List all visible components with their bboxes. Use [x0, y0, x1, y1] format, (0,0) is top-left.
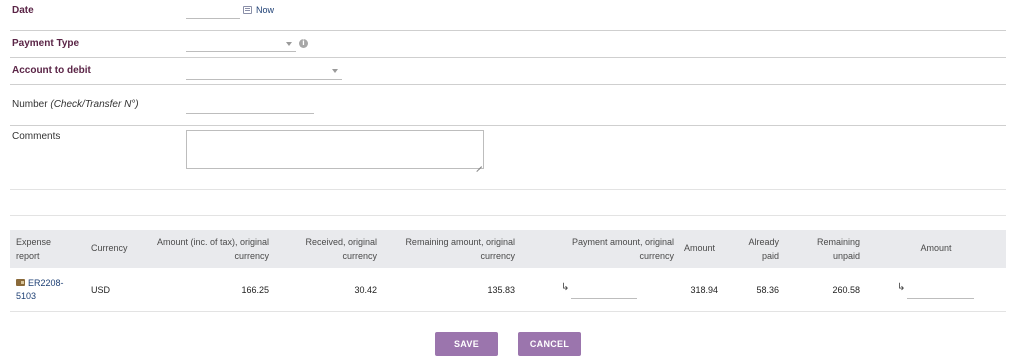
col-amount: Amount [684, 243, 716, 253]
wallet-icon [16, 279, 25, 286]
col-payment-original: Payment amount, original currency [571, 237, 674, 261]
info-icon: i [299, 39, 308, 48]
divider [10, 189, 1006, 190]
col-remaining-unpaid: Remaining unpaid [816, 237, 860, 261]
number-hint: (Check/Transfer N°) [50, 99, 139, 110]
resize-grip-icon[interactable] [476, 161, 482, 167]
received-original-cell: 30.42 [354, 285, 377, 295]
return-arrow-icon[interactable]: ↳ [561, 282, 569, 293]
amount-original-cell: 166.25 [241, 285, 269, 295]
payment-original-input[interactable] [571, 298, 637, 299]
amount-cell: 318.94 [690, 285, 718, 295]
divider [10, 84, 1006, 85]
number-label-text: Number [12, 99, 48, 110]
number-label: Number (Check/Transfer N°) [12, 99, 139, 110]
divider [10, 57, 1006, 58]
col-amount-original: Amount (inc. of tax), original currency [156, 237, 269, 261]
col-expense-report: Expense report [16, 237, 52, 261]
col-remaining-original: Remaining amount, original currency [405, 237, 515, 261]
divider [10, 215, 1006, 216]
now-link[interactable]: Now [256, 5, 274, 15]
expense-report-cell: ER2208-5103 [16, 277, 76, 303]
date-label: Date [12, 5, 34, 16]
currency-cell: USD [91, 285, 111, 295]
remaining-original-cell: 135.83 [487, 285, 515, 295]
select-underline [186, 51, 296, 52]
account-select[interactable] [186, 63, 342, 80]
payment-type-label: Payment Type [12, 38, 80, 49]
account-to-debit-label: Account to debit [12, 65, 91, 76]
dropdown-arrow-icon [332, 69, 338, 73]
calendar-icon[interactable] [243, 6, 252, 14]
already-paid-cell: 58.36 [756, 285, 779, 295]
comments-label: Comments [12, 131, 61, 142]
col-amount-input: Amount [920, 243, 952, 253]
return-arrow-icon[interactable]: ↳ [897, 282, 905, 293]
divider [10, 311, 1006, 312]
col-already-paid: Already paid [748, 237, 779, 261]
select-underline [186, 79, 342, 80]
amount-input[interactable] [907, 298, 974, 299]
number-input[interactable] [186, 113, 314, 114]
divider [10, 30, 1006, 31]
comments-textarea[interactable] [186, 130, 484, 169]
dropdown-arrow-icon [286, 42, 292, 46]
cancel-button[interactable]: CANCEL [518, 332, 581, 356]
col-received-original: Received, original currency [305, 237, 377, 261]
payment-type-select[interactable] [186, 36, 296, 52]
col-currency: Currency [91, 243, 128, 253]
divider [10, 125, 1006, 126]
save-button[interactable]: SAVE [435, 332, 498, 356]
remaining-unpaid-cell: 260.58 [832, 285, 860, 295]
date-input[interactable] [186, 18, 240, 19]
